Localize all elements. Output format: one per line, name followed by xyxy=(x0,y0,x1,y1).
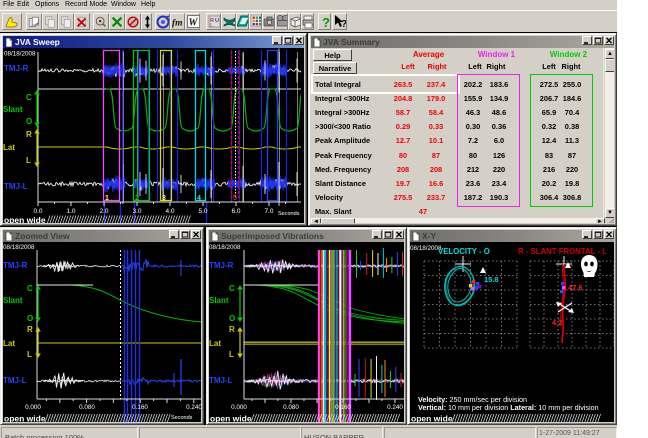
svg-text:0.000: 0.000 xyxy=(25,404,41,411)
svg-text:VELOCITY - O: VELOCITY - O xyxy=(438,247,490,256)
svg-text:0.0: 0.0 xyxy=(33,208,42,215)
svg-text:fm: fm xyxy=(172,19,183,29)
svg-text:TMJ-L: TMJ-L xyxy=(4,182,28,191)
svg-text:Slant: Slant xyxy=(209,296,229,305)
svg-text:R: R xyxy=(229,325,235,334)
svg-text:open wide: open wide xyxy=(4,215,46,223)
svg-text:C: C xyxy=(229,284,235,293)
svg-text:0.080: 0.080 xyxy=(79,404,95,411)
svg-text:C: C xyxy=(26,93,32,102)
svg-text:08/18/2008: 08/18/2008 xyxy=(209,244,241,251)
svg-text:1: 1 xyxy=(105,195,109,202)
svg-text:L: L xyxy=(27,350,32,359)
svg-text:R: R xyxy=(27,325,33,334)
svg-text:?: ? xyxy=(341,19,346,30)
svg-text:47.6: 47.6 xyxy=(568,283,583,292)
svg-text:5: 5 xyxy=(233,195,237,202)
svg-text:Seconds: Seconds xyxy=(278,211,300,217)
svg-text:R - SLANT FRONTAL - L: R - SLANT FRONTAL - L xyxy=(518,247,607,256)
svg-text:Lat: Lat xyxy=(3,143,15,152)
svg-text:15.8: 15.8 xyxy=(484,275,499,284)
svg-text:08/18/2008: 08/18/2008 xyxy=(3,244,35,251)
svg-text:Vertical: 10 mm per division L: Vertical: 10 mm per division Lateral: 10… xyxy=(418,403,599,412)
svg-text:TMJ-R: TMJ-R xyxy=(3,261,28,270)
svg-text:L: L xyxy=(26,156,31,165)
svg-text:O: O xyxy=(26,117,32,126)
svg-text:Lat: Lat xyxy=(3,339,15,348)
svg-text:TMJ-L: TMJ-L xyxy=(3,376,27,385)
svg-text:4: 4 xyxy=(197,195,201,202)
svg-text:?: ? xyxy=(322,15,330,30)
svg-text:O: O xyxy=(229,314,235,323)
svg-text:O: O xyxy=(27,314,33,323)
svg-text:0.000: 0.000 xyxy=(231,404,247,411)
svg-text:Lat: Lat xyxy=(209,339,221,348)
svg-text:Seconds: Seconds xyxy=(171,415,193,421)
svg-text:08/18/2008: 08/18/2008 xyxy=(4,51,36,58)
svg-text:Slant: Slant xyxy=(3,296,23,305)
svg-text:1.0: 1.0 xyxy=(66,208,75,215)
svg-text:7.0: 7.0 xyxy=(264,208,273,215)
svg-text:TMJ-R: TMJ-R xyxy=(4,64,29,73)
svg-text:6.0: 6.0 xyxy=(231,208,240,215)
svg-text:L: L xyxy=(229,350,234,359)
svg-text:0.160: 0.160 xyxy=(132,404,148,411)
svg-text:W: W xyxy=(189,18,199,29)
svg-text:0.080: 0.080 xyxy=(283,404,299,411)
svg-text:3.0: 3.0 xyxy=(132,208,141,215)
svg-text:4.0: 4.0 xyxy=(165,208,174,215)
svg-text:R: R xyxy=(26,130,32,139)
svg-text:open wide: open wide xyxy=(210,414,252,423)
svg-text:Slant: Slant xyxy=(3,105,23,114)
svg-text:4.2: 4.2 xyxy=(552,318,562,327)
svg-text:3: 3 xyxy=(162,195,166,202)
svg-text:C: C xyxy=(27,284,33,293)
svg-text:TMJ-L: TMJ-L xyxy=(209,376,233,385)
svg-text:TMJ-R: TMJ-R xyxy=(209,261,234,270)
svg-text:0.240: 0.240 xyxy=(387,404,403,411)
svg-text:open wide: open wide xyxy=(411,414,453,423)
svg-text:open wide: open wide xyxy=(4,414,46,423)
svg-text:0.160: 0.160 xyxy=(335,404,351,411)
svg-text:2.0: 2.0 xyxy=(99,208,108,215)
svg-text:5.0: 5.0 xyxy=(198,208,207,215)
svg-text:U: U xyxy=(215,18,219,24)
svg-text:0.240: 0.240 xyxy=(186,404,201,411)
